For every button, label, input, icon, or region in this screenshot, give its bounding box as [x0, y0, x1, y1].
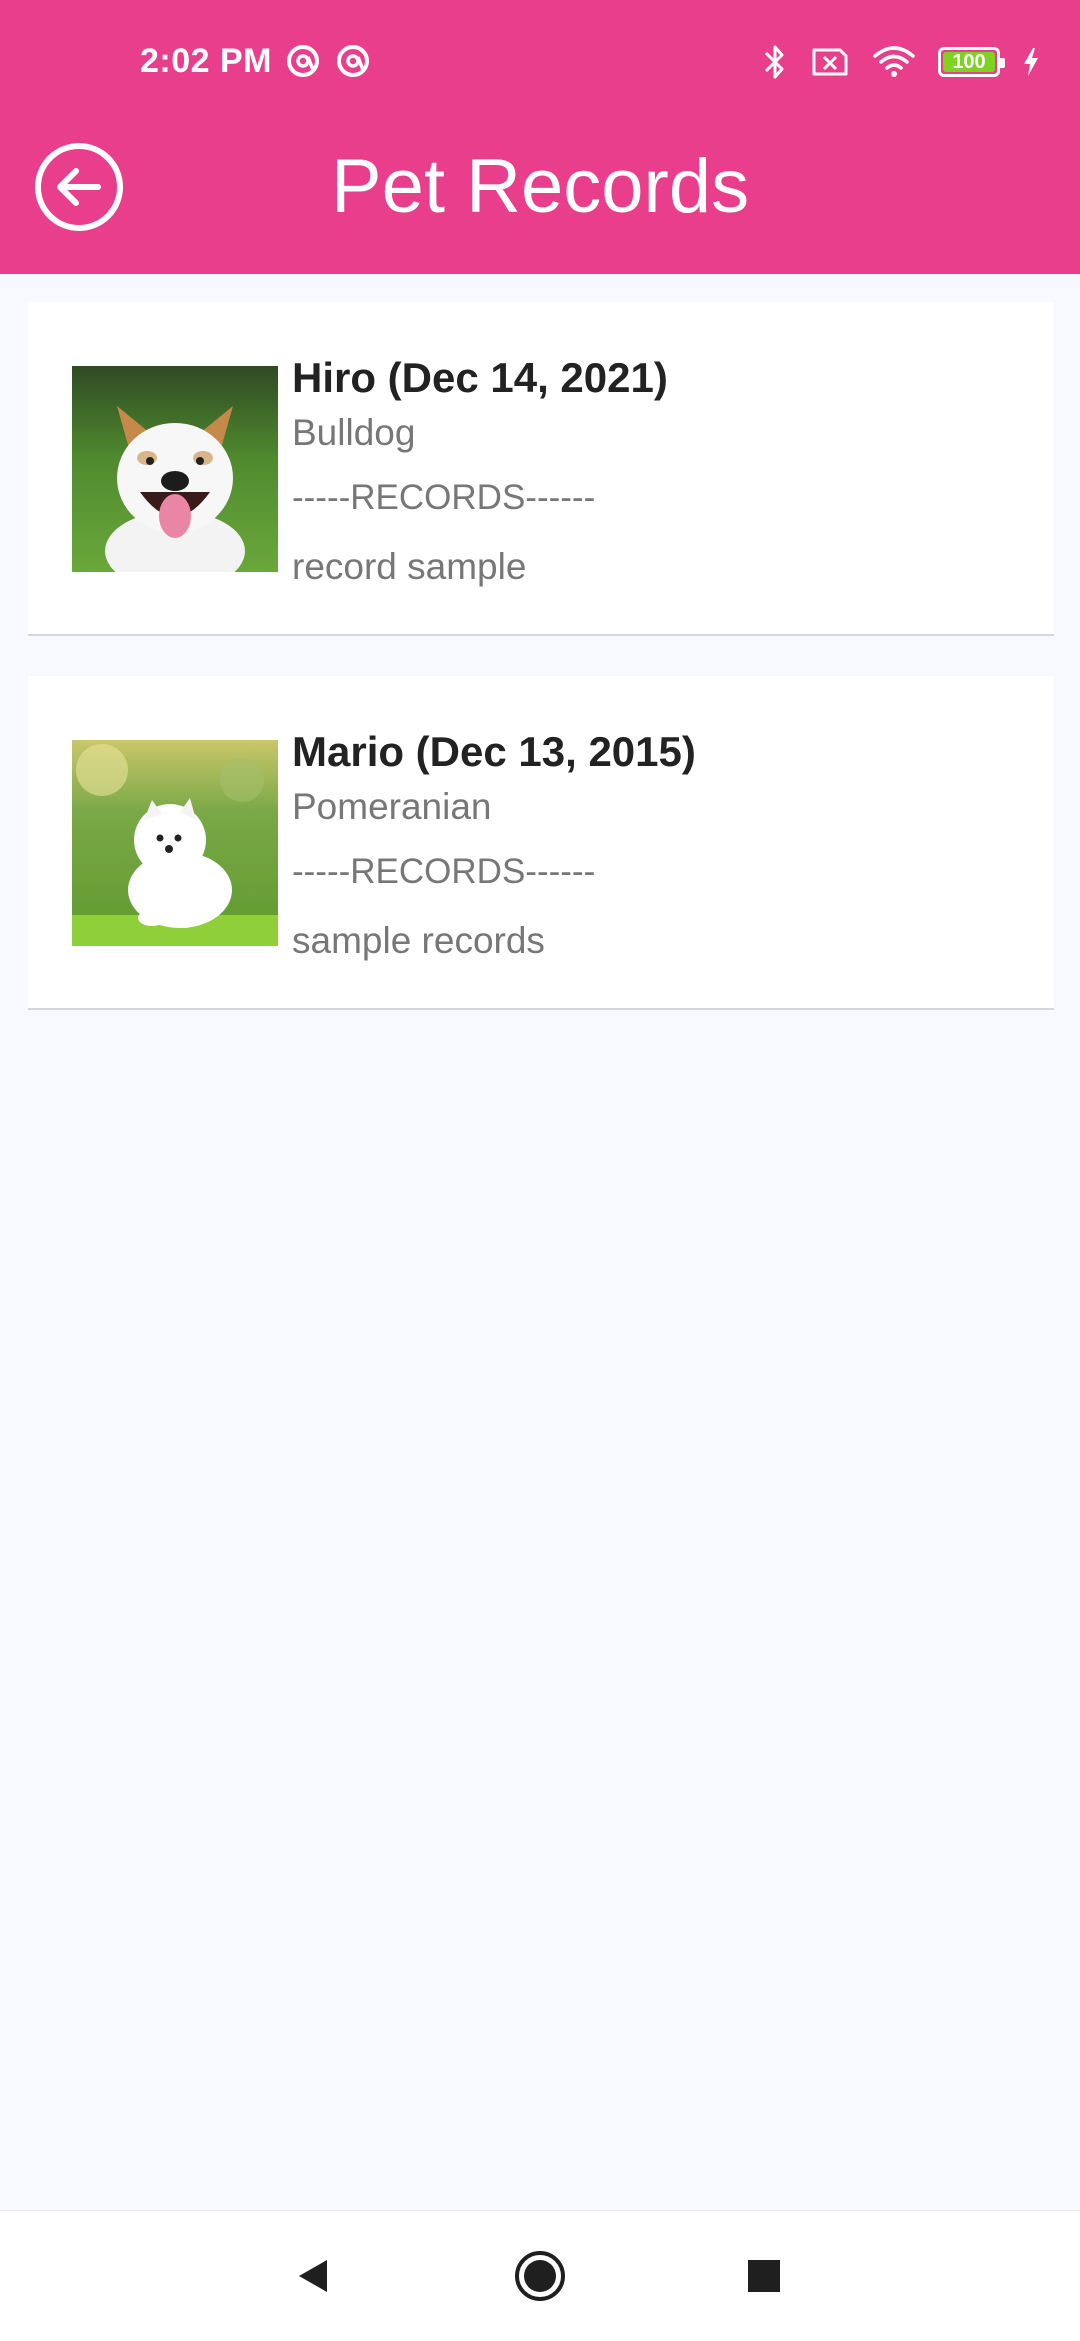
battery-icon: 100 [938, 47, 1005, 77]
pomeranian-photo [72, 740, 278, 946]
sim-off-icon [812, 48, 848, 76]
pet-records: record sample [292, 546, 527, 587]
system-nav-bar [0, 2210, 1080, 2341]
back-triangle-icon[interactable] [293, 2256, 333, 2296]
records-divider: -----RECORDS------ [292, 478, 596, 517]
nav-home-button[interactable] [480, 2211, 600, 2341]
home-circle-icon[interactable] [513, 2249, 567, 2303]
status-icons: 100 [762, 40, 1040, 84]
nav-recents-button[interactable] [704, 2211, 824, 2341]
at-sign-icon [287, 45, 319, 77]
records-divider: -----RECORDS------ [292, 852, 596, 891]
pet-breed: Pomeranian [292, 786, 492, 827]
at-sign-icon [337, 45, 369, 77]
pet-breed: Bulldog [292, 412, 416, 453]
page-title: Pet Records [330, 144, 750, 229]
pet-records: sample records [292, 920, 545, 961]
pet-card[interactable]: Hiro (Dec 14, 2021) Bulldog -----RECORDS… [28, 302, 1054, 636]
bluetooth-icon [764, 45, 784, 79]
status-time: 2:02 PM [140, 42, 272, 80]
app-bar: 2:02 PM 100 Pet Records [0, 0, 1080, 274]
charging-icon [1024, 48, 1038, 76]
wifi-icon [873, 46, 915, 77]
pet-name: Hiro (Dec 14, 2021) [292, 354, 668, 401]
status-bar: 2:02 PM 100 [0, 0, 1080, 124]
nav-back-button[interactable] [253, 2211, 373, 2341]
pet-record-list: Hiro (Dec 14, 2021) Bulldog -----RECORDS… [28, 302, 1054, 1050]
recents-square-icon[interactable] [746, 2258, 782, 2294]
battery-level: 100 [952, 50, 986, 73]
pet-name: Mario (Dec 13, 2015) [292, 728, 696, 775]
bulldog-photo [72, 366, 278, 572]
pet-card[interactable]: Mario (Dec 13, 2015) Pomeranian -----REC… [28, 676, 1054, 1010]
